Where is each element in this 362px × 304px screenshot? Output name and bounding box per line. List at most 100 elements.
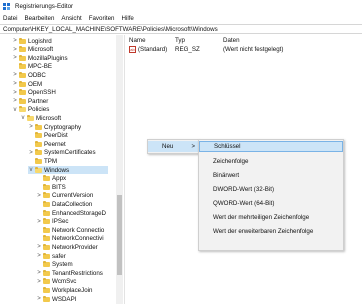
tree-node-label: TenantRestrictions <box>52 269 103 277</box>
tree-node-label: Policies <box>28 106 50 114</box>
tree-node[interactable]: Appx <box>36 175 66 183</box>
chevron-right-icon[interactable]: > <box>36 244 42 250</box>
column-type[interactable]: Typ <box>175 37 185 44</box>
tree-node[interactable]: v Microsoft <box>20 114 61 122</box>
tree-node[interactable]: > safer <box>36 252 66 260</box>
folder-icon <box>19 71 26 78</box>
tree-node[interactable]: MPC-BE <box>12 63 52 71</box>
submenu-item-dword[interactable]: DWORD-Wert (32-Bit) <box>199 184 343 195</box>
chevron-down-icon[interactable]: v <box>20 115 26 121</box>
tree-node-label: PeerDist <box>44 132 68 140</box>
tree-node-label: WcmSvc <box>52 278 77 286</box>
tree-node-label: Appx <box>52 175 67 183</box>
address-path: Computer\HKEY_LOCAL_MACHINE\SOFTWARE\Pol… <box>3 25 218 33</box>
tree-node[interactable]: > Partner <box>12 97 48 105</box>
tree-node[interactable]: > OpenSSH <box>12 89 56 97</box>
menu-bar: Datei Bearbeiten Ansicht Favoriten Hilfe <box>0 13 362 24</box>
registry-tree[interactable]: > Logishrd > Microsoft > MozillaPlugins MPC-BE… <box>0 35 125 304</box>
tree-node-label: Logishrd <box>28 37 52 45</box>
chevron-right-icon[interactable]: > <box>36 296 42 302</box>
tree-node[interactable]: NetworkConnectivi <box>36 235 104 243</box>
submenu-item-key[interactable]: Schlüssel <box>199 141 343 152</box>
tree-node[interactable]: > MozillaPlugins <box>12 54 68 62</box>
folder-icon <box>35 123 42 130</box>
tree-node[interactable]: v Policies <box>12 106 49 114</box>
tree-node[interactable]: PeerDist <box>28 132 68 140</box>
tree-node[interactable]: TPM <box>28 157 57 165</box>
menu-bearbeiten[interactable]: Bearbeiten <box>24 15 54 22</box>
folder-icon <box>19 37 26 44</box>
chevron-right-icon[interactable]: > <box>36 279 42 285</box>
tree-node[interactable]: Peernet <box>28 140 66 148</box>
submenu-item-multistring[interactable]: Wert der mehrteiligen Zeichenfolge <box>199 212 343 223</box>
menu-ansicht[interactable]: Ansicht <box>61 15 81 22</box>
tree-node[interactable]: > Logishrd <box>12 37 52 45</box>
address-bar[interactable]: Computer\HKEY_LOCAL_MACHINE\SOFTWARE\Pol… <box>0 24 362 34</box>
tree-node[interactable]: > ODBC <box>12 71 46 79</box>
submenu-item-qword[interactable]: QWORD-Wert (64-Bit) <box>199 198 343 209</box>
chevron-right-icon[interactable]: > <box>36 219 42 225</box>
submenu-item-string[interactable]: Zeichenfolge <box>199 156 343 167</box>
tree-node[interactable]: > WcmSvc <box>36 278 76 286</box>
chevron-right-icon[interactable]: > <box>12 55 18 61</box>
folder-icon <box>43 252 50 259</box>
window-title: Registrierungs-Editor <box>15 3 74 10</box>
tree-node[interactable]: > OEM <box>12 80 42 88</box>
tree-node-label: Network Connectio <box>52 226 105 234</box>
tree-scrollbar-thumb[interactable] <box>117 195 122 275</box>
tree-node[interactable]: > SystemCertificates <box>28 149 96 157</box>
tree-node[interactable]: Network Connectio <box>36 226 104 234</box>
tree-node-label: EnhancedStorageD <box>52 209 107 217</box>
folder-icon <box>43 200 50 207</box>
submenu-item-binary[interactable]: Binärwert <box>199 170 343 181</box>
chevron-right-icon[interactable]: > <box>12 98 18 104</box>
column-data[interactable]: Daten <box>223 37 240 44</box>
menu-hilfe[interactable]: Hilfe <box>121 15 133 22</box>
tree-node[interactable]: > WSDAPI <box>36 295 76 303</box>
tree-node-label: WSDAPI <box>52 295 77 303</box>
chevron-right-icon[interactable]: > <box>36 253 42 259</box>
tree-node-label: WorkplaceJoin <box>52 286 93 294</box>
menu-datei[interactable]: Datei <box>3 15 17 22</box>
tree-node-label: Microsoft <box>36 114 62 122</box>
tree-node[interactable]: > IPSec <box>36 218 69 226</box>
tree-node-label: Partner <box>28 97 49 105</box>
chevron-right-icon[interactable]: > <box>12 81 18 87</box>
chevron-right-icon[interactable]: > <box>12 38 18 44</box>
tree-node[interactable]: EnhancedStorageD <box>36 209 106 217</box>
folder-icon <box>43 218 50 225</box>
menu-favoriten[interactable]: Favoriten <box>89 15 115 22</box>
chevron-right-icon[interactable]: > <box>28 150 34 156</box>
tree-node[interactable]: BITS <box>36 183 66 191</box>
chevron-right-icon[interactable]: > <box>12 90 18 96</box>
tree-node[interactable]: System <box>36 261 73 269</box>
folder-icon <box>43 209 50 216</box>
tree-node-label: DataCollection <box>52 200 93 208</box>
value-row[interactable]: ab (Standard) REG_SZ (Wert nicht festgel… <box>126 46 362 54</box>
chevron-down-icon[interactable]: v <box>28 167 34 173</box>
tree-node[interactable]: WorkplaceJoin <box>36 286 92 294</box>
chevron-down-icon[interactable]: v <box>12 107 18 113</box>
context-item-neu[interactable]: Neu > <box>148 141 198 152</box>
tree-node[interactable]: > CurrentVersion <box>36 192 93 200</box>
chevron-right-icon[interactable]: > <box>28 124 34 130</box>
tree-scrollbar[interactable] <box>116 35 123 304</box>
folder-icon <box>35 140 42 147</box>
submenu-item-expandstring[interactable]: Wert der erweiterbaren Zeichenfolge <box>199 226 343 237</box>
chevron-right-icon[interactable]: > <box>36 270 42 276</box>
tree-node-label: NetworkProvider <box>52 243 98 251</box>
folder-icon <box>19 54 26 61</box>
chevron-right-icon[interactable]: > <box>12 72 18 78</box>
column-name[interactable]: Name <box>129 37 146 44</box>
tree-node[interactable]: v Windows <box>28 166 108 174</box>
chevron-right-icon[interactable]: > <box>12 47 18 53</box>
tree-node-label: Cryptography <box>44 123 82 131</box>
tree-node[interactable]: > NetworkProvider <box>36 243 98 251</box>
tree-node-label: OEM <box>28 80 43 88</box>
tree-node[interactable]: > Microsoft <box>12 46 53 54</box>
tree-node[interactable]: DataCollection <box>36 200 92 208</box>
chevron-right-icon[interactable]: > <box>36 193 42 199</box>
tree-node[interactable]: > TenantRestrictions <box>36 269 103 277</box>
folder-icon <box>19 63 26 70</box>
tree-node[interactable]: > Cryptography <box>28 123 81 131</box>
